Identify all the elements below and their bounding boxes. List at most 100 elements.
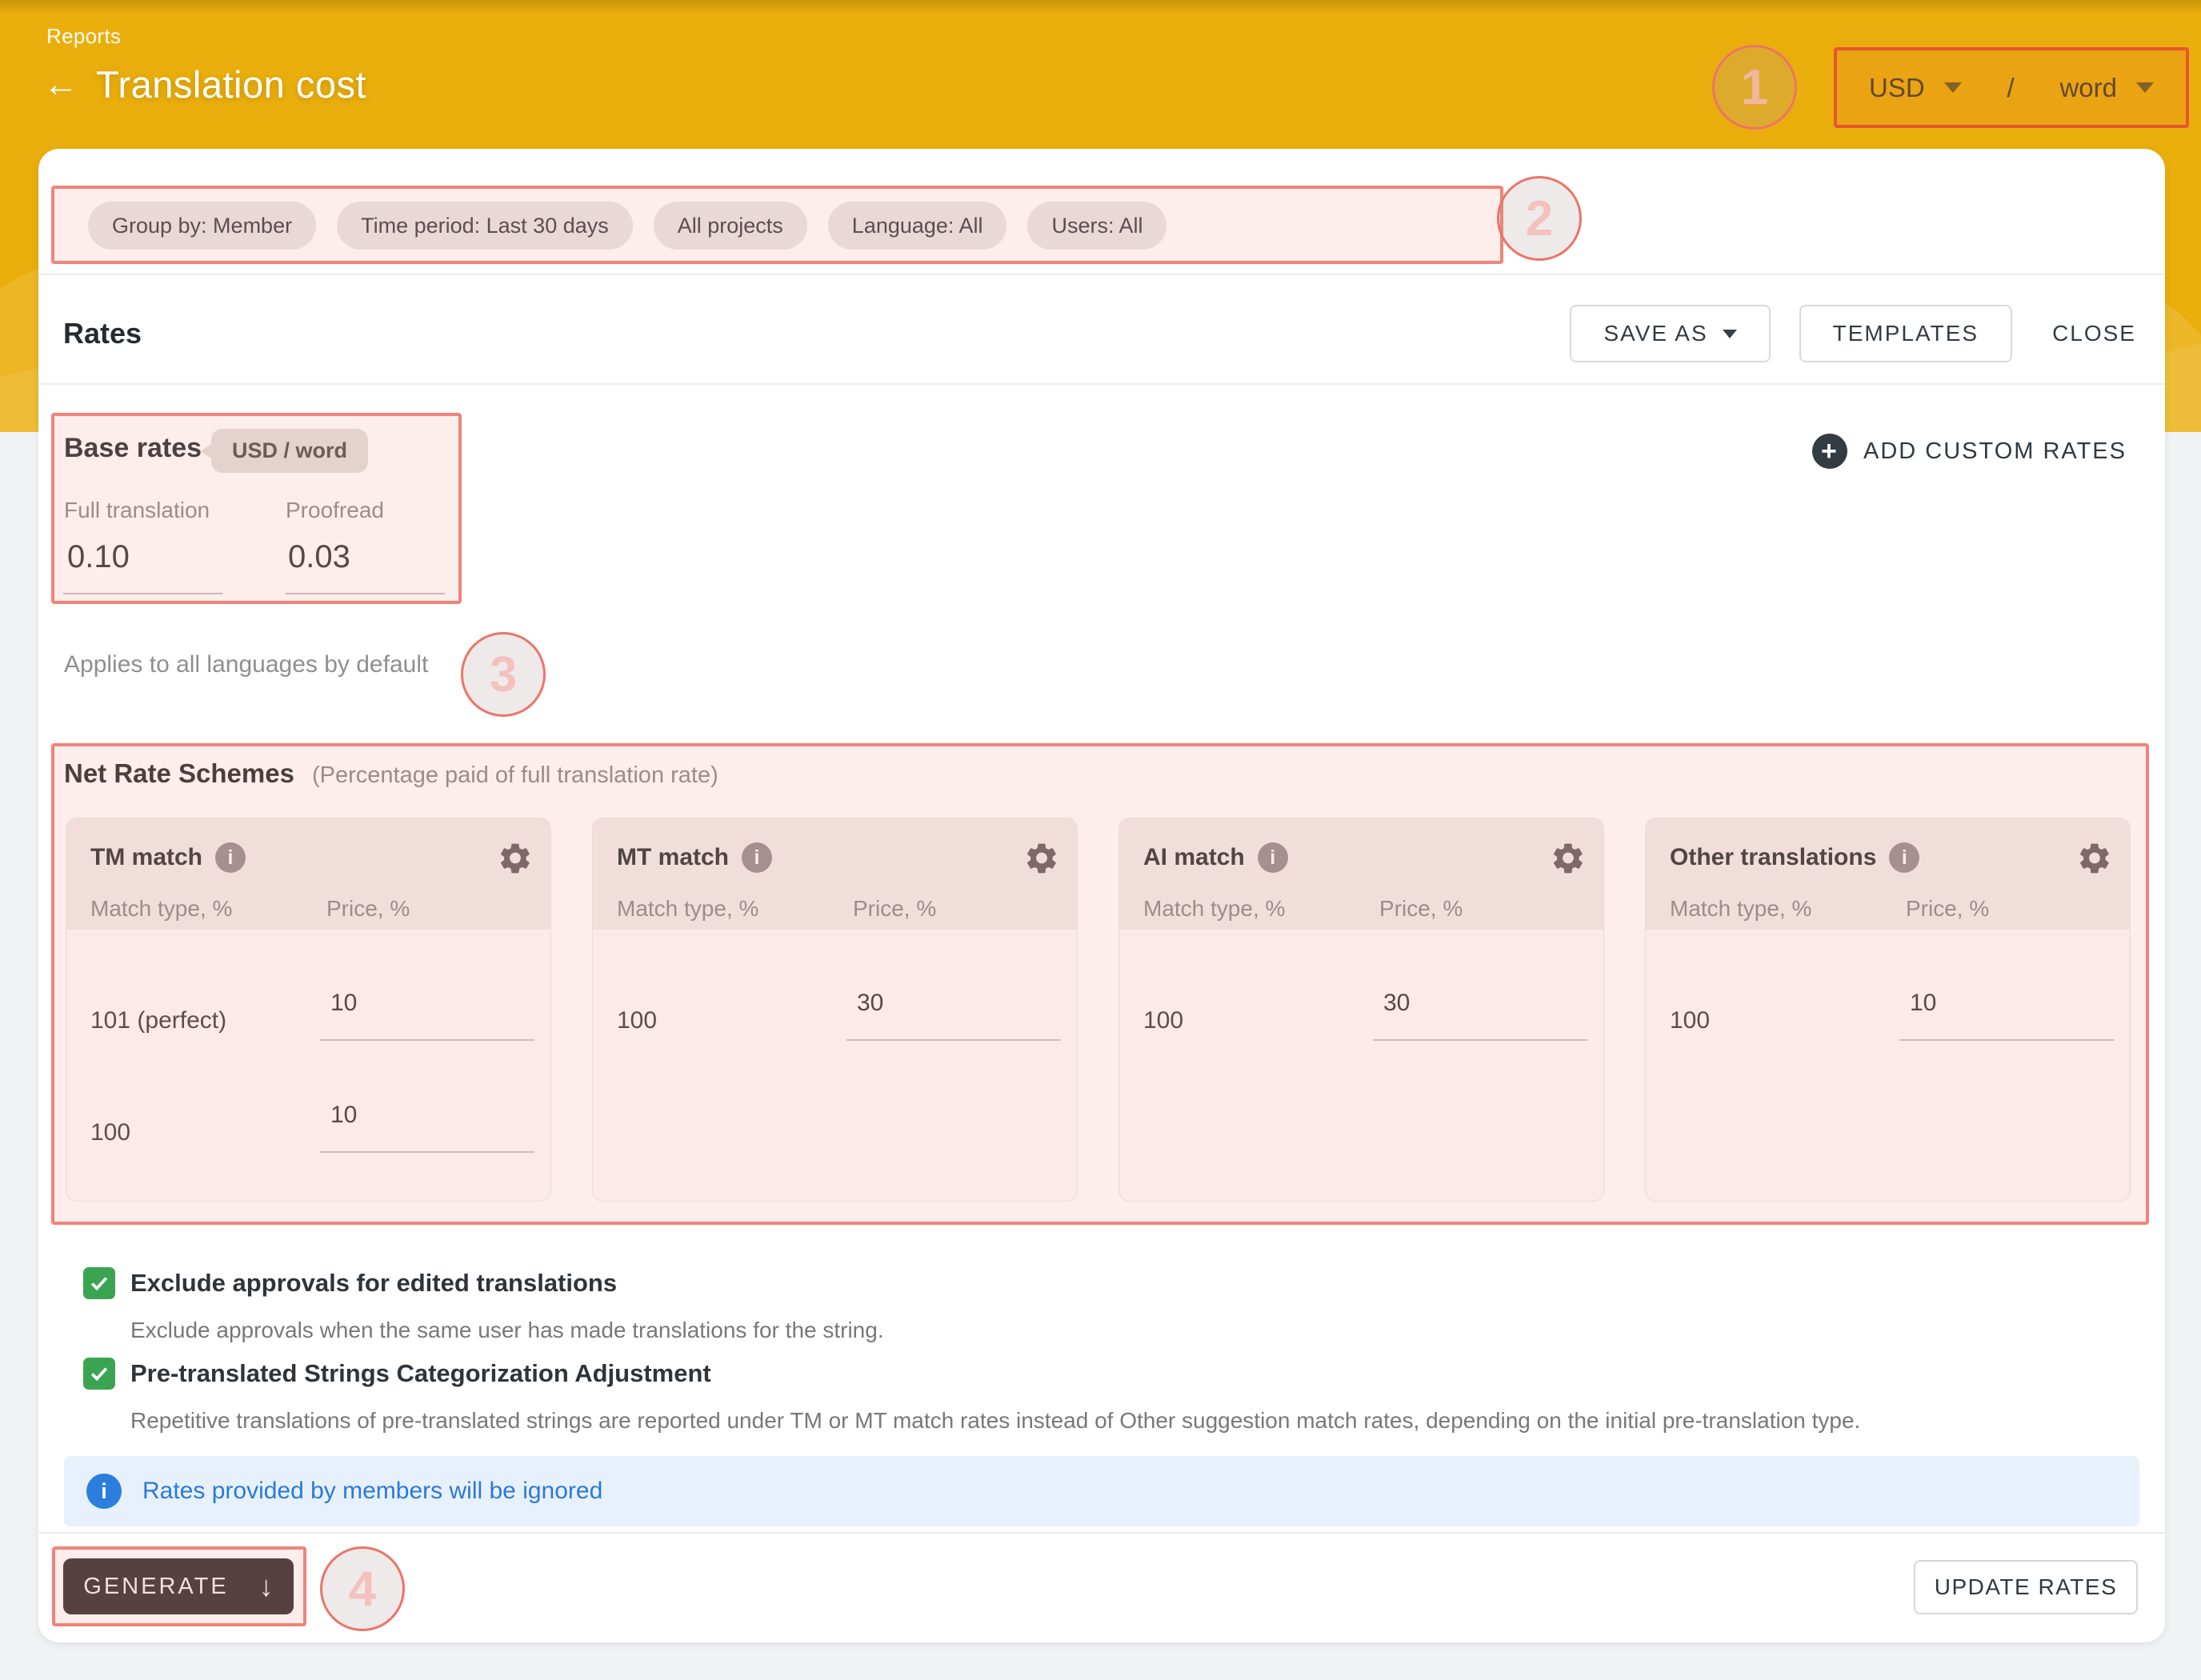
base-rates-note: Applies to all languages by default bbox=[64, 651, 428, 678]
update-rates-button[interactable]: UPDATE RATES bbox=[1914, 1560, 2138, 1614]
scheme-card-tm-match: TM match i Match type, % Price, % 101 (p… bbox=[66, 818, 551, 1202]
price-input[interactable]: 10 bbox=[330, 990, 357, 1017]
currency-dropdown[interactable]: USD bbox=[1869, 73, 1962, 103]
price-input[interactable]: 30 bbox=[1383, 990, 1410, 1017]
gear-icon[interactable] bbox=[2077, 841, 2112, 876]
pretranslated-adjustment-description: Repetitive translations of pre-translate… bbox=[130, 1408, 1860, 1434]
net-rate-schemes-header: Net Rate Schemes (Percentage paid of ful… bbox=[64, 758, 718, 789]
scheme-card-title: AI match bbox=[1143, 844, 1245, 871]
input-underline bbox=[1899, 1039, 2114, 1041]
info-icon[interactable]: i bbox=[1258, 842, 1288, 873]
net-rate-schemes-subtitle: (Percentage paid of full translation rat… bbox=[312, 762, 718, 789]
check-icon bbox=[88, 1272, 110, 1294]
close-button[interactable]: CLOSE bbox=[2041, 321, 2147, 346]
filters-row: Group by: Member Time period: Last 30 da… bbox=[88, 202, 1167, 250]
unit-value: word bbox=[2059, 73, 2117, 103]
title-row: ← Translation cost bbox=[43, 62, 366, 106]
chevron-down-icon bbox=[1944, 82, 1962, 93]
currency-unit-control: USD / word bbox=[1834, 47, 2189, 128]
proofread-label: Proofread bbox=[286, 498, 384, 523]
input-underline bbox=[63, 593, 222, 594]
exclude-approvals-label[interactable]: Exclude approvals for edited translation… bbox=[130, 1269, 617, 1298]
price-column-label: Price, % bbox=[853, 896, 936, 922]
templates-label: TEMPLATES bbox=[1833, 321, 1979, 346]
scheme-card-other-translations: Other translations i Match type, % Price… bbox=[1645, 818, 2131, 1202]
plus-icon: + bbox=[1812, 434, 1847, 469]
unit-dropdown[interactable]: word bbox=[2059, 73, 2154, 103]
input-underline bbox=[320, 1151, 534, 1153]
translation-cost-page: Reports ← Translation cost USD / word Gr… bbox=[0, 0, 2201, 1680]
divider bbox=[38, 1532, 2165, 1534]
back-arrow-icon[interactable]: ← bbox=[43, 67, 78, 102]
net-rate-schemes-title: Net Rate Schemes bbox=[64, 758, 294, 789]
filter-chip-users[interactable]: Users: All bbox=[1027, 202, 1167, 250]
match-type-column-label: Match type, % bbox=[90, 896, 232, 922]
divider bbox=[38, 383, 2165, 385]
exclude-approvals-description: Exclude approvals when the same user has… bbox=[130, 1318, 884, 1343]
chevron-down-icon bbox=[2136, 82, 2154, 93]
match-type-value: 100 bbox=[617, 1007, 657, 1034]
scheme-card-title: MT match bbox=[617, 844, 729, 871]
gear-icon[interactable] bbox=[498, 841, 533, 876]
input-underline bbox=[286, 593, 445, 594]
match-type-value: 100 bbox=[90, 1119, 130, 1146]
base-rates-unit-badge: USD / word bbox=[211, 429, 368, 473]
checkbox-pretranslated-adjustment[interactable] bbox=[83, 1358, 115, 1390]
scheme-card-title: TM match bbox=[90, 844, 202, 871]
check-icon bbox=[88, 1362, 110, 1385]
generate-label: GENERATE bbox=[83, 1574, 228, 1600]
info-icon[interactable]: i bbox=[742, 842, 772, 873]
rates-actions: SAVE AS TEMPLATES CLOSE bbox=[1570, 305, 2147, 362]
add-custom-rates-label: ADD CUSTOM RATES bbox=[1863, 438, 2127, 465]
full-translation-input[interactable]: 0.10 bbox=[67, 539, 130, 575]
scheme-cards-row: TM match i Match type, % Price, % 101 (p… bbox=[66, 818, 2131, 1202]
pretranslated-adjustment-label[interactable]: Pre-translated Strings Categorization Ad… bbox=[130, 1359, 711, 1388]
gear-icon[interactable] bbox=[1024, 841, 1059, 876]
divider bbox=[38, 274, 2165, 275]
checkbox-exclude-approvals[interactable] bbox=[83, 1267, 115, 1299]
report-settings-card: Group by: Member Time period: Last 30 da… bbox=[38, 149, 2165, 1642]
info-banner: i Rates provided by members will be igno… bbox=[64, 1456, 2139, 1526]
match-type-value: 100 bbox=[1143, 1007, 1183, 1034]
match-type-value: 101 (perfect) bbox=[90, 1007, 226, 1034]
update-rates-label: UPDATE RATES bbox=[1935, 1574, 2118, 1600]
filter-chip-projects[interactable]: All projects bbox=[654, 202, 807, 250]
chevron-down-icon bbox=[1723, 330, 1737, 338]
price-column-label: Price, % bbox=[1906, 896, 1989, 922]
gear-icon[interactable] bbox=[1551, 841, 1586, 876]
info-banner-text: Rates provided by members will be ignore… bbox=[142, 1478, 602, 1505]
save-as-button[interactable]: SAVE AS bbox=[1570, 305, 1770, 362]
info-icon: i bbox=[86, 1474, 122, 1509]
proofread-input[interactable]: 0.03 bbox=[288, 539, 350, 575]
input-underline bbox=[320, 1039, 534, 1041]
price-column-label: Price, % bbox=[1379, 896, 1463, 922]
full-translation-label: Full translation bbox=[64, 498, 210, 523]
match-type-value: 100 bbox=[1670, 1007, 1710, 1034]
templates-button[interactable]: TEMPLATES bbox=[1799, 305, 2012, 362]
header-top-shade bbox=[0, 0, 2201, 14]
filter-chip-group-by[interactable]: Group by: Member bbox=[88, 202, 316, 250]
scheme-card-title: Other translations bbox=[1670, 844, 1876, 871]
page-title: Translation cost bbox=[96, 62, 366, 106]
filter-chip-time-period[interactable]: Time period: Last 30 days bbox=[337, 202, 633, 250]
generate-button[interactable]: GENERATE ↓ bbox=[63, 1558, 294, 1614]
price-input[interactable]: 30 bbox=[857, 990, 883, 1017]
breadcrumb[interactable]: Reports bbox=[46, 24, 121, 49]
currency-value: USD bbox=[1869, 73, 1925, 103]
match-type-column-label: Match type, % bbox=[1143, 896, 1285, 922]
match-type-column-label: Match type, % bbox=[617, 896, 758, 922]
base-rates-title: Base rates bbox=[64, 433, 202, 464]
input-underline bbox=[846, 1039, 1061, 1041]
input-underline bbox=[1373, 1039, 1587, 1041]
match-type-column-label: Match type, % bbox=[1670, 896, 1811, 922]
add-custom-rates-button[interactable]: + ADD CUSTOM RATES bbox=[1812, 430, 2127, 472]
info-icon[interactable]: i bbox=[215, 842, 246, 873]
filter-chip-language[interactable]: Language: All bbox=[828, 202, 1007, 250]
rates-section-title: Rates bbox=[63, 317, 142, 350]
download-arrow-icon: ↓ bbox=[259, 1570, 274, 1603]
price-input[interactable]: 10 bbox=[1910, 990, 1936, 1017]
price-input[interactable]: 10 bbox=[330, 1102, 357, 1129]
price-column-label: Price, % bbox=[326, 896, 410, 922]
currency-separator: / bbox=[2007, 73, 2014, 103]
info-icon[interactable]: i bbox=[1889, 842, 1919, 873]
